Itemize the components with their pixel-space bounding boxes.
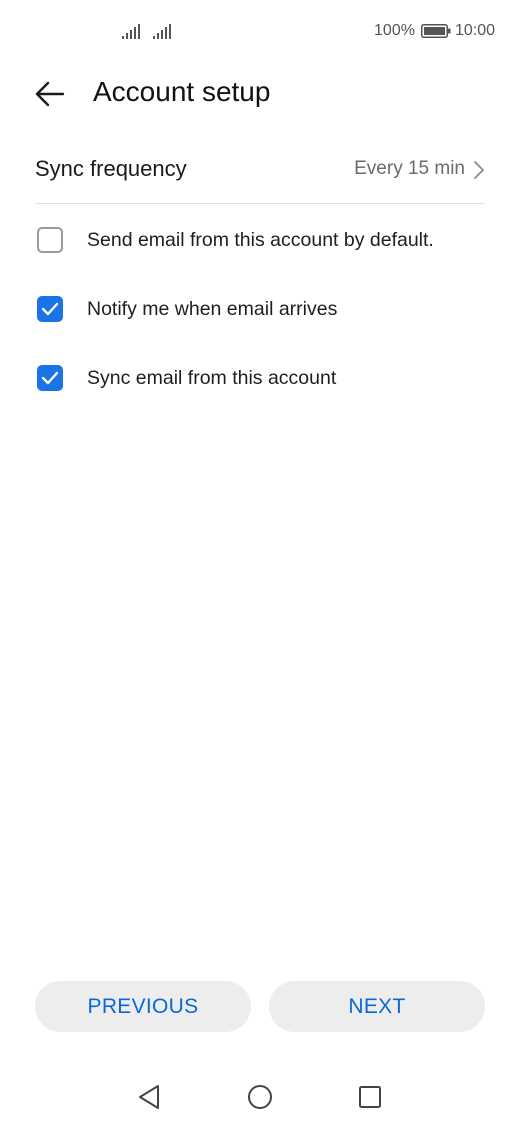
battery-icon (420, 24, 451, 38)
sync-frequency-row[interactable]: Sync frequency Every 15 min (35, 135, 485, 204)
checkmark-icon (41, 371, 59, 385)
sync-frequency-value-wrap: Every 15 min (354, 158, 485, 180)
nav-recent-button[interactable] (355, 1082, 385, 1112)
arrow-left-icon (35, 81, 65, 107)
option-label: Sync email from this account (87, 366, 337, 389)
status-right: 100% 10:00 (374, 22, 495, 40)
page-title: Account setup (93, 76, 271, 107)
signal-icon (153, 24, 171, 39)
signal-icon (122, 24, 140, 39)
circle-home-icon (248, 1085, 272, 1109)
next-button[interactable]: NEXT (269, 981, 485, 1032)
checkbox-checked[interactable] (37, 296, 63, 322)
checkbox-unchecked[interactable] (37, 227, 63, 253)
square-recent-icon (359, 1086, 381, 1108)
clock: 10:00 (454, 22, 495, 39)
back-button[interactable] (30, 76, 70, 112)
app-header: Account setup (0, 64, 520, 124)
sync-frequency-value: Every 15 min (354, 158, 465, 179)
status-bar: 100% 10:00 (0, 0, 520, 64)
system-nav-bar (0, 1070, 520, 1126)
option-send-default[interactable]: Send email from this account by default. (37, 220, 485, 260)
chevron-right-icon (474, 161, 484, 179)
option-label: Send email from this account by default. (87, 228, 434, 251)
sync-frequency-label: Sync frequency (35, 156, 187, 181)
option-label: Notify me when email arrives (87, 297, 338, 320)
checkmark-icon (41, 302, 59, 316)
option-sync-email[interactable]: Sync email from this account (37, 358, 485, 398)
battery-percent: 100% (374, 22, 415, 39)
triangle-back-icon (139, 1085, 159, 1109)
previous-button[interactable]: PREVIOUS (35, 981, 251, 1032)
checkbox-checked[interactable] (37, 365, 63, 391)
nav-back-button[interactable] (134, 1082, 164, 1112)
nav-home-button[interactable] (245, 1082, 275, 1112)
option-notify[interactable]: Notify me when email arrives (37, 289, 485, 329)
